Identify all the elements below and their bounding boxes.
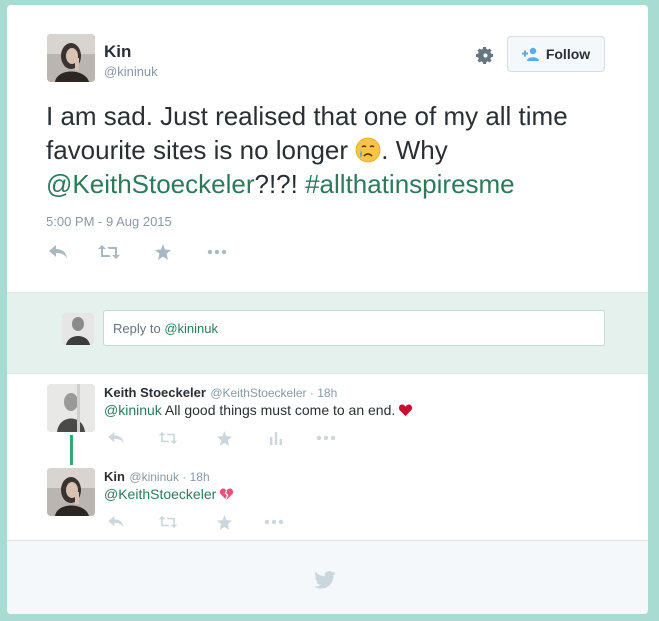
- tweet-timestamp[interactable]: 5:00 PM - 9 Aug 2015: [46, 214, 172, 229]
- reply-actions: [105, 513, 285, 531]
- more-icon[interactable]: [263, 513, 285, 531]
- broken-heart-emoji: [220, 486, 234, 502]
- tweet-hashtag-link[interactable]: #allthatinspiresme: [305, 169, 515, 199]
- follow-label: Follow: [545, 46, 591, 62]
- reply-input-handle: @kininuk: [164, 321, 218, 336]
- reply-header: Kin @kininuk · 18h: [104, 468, 210, 486]
- reply-author-name[interactable]: Keith Stoeckeler: [104, 385, 206, 400]
- favorite-icon[interactable]: [213, 513, 235, 531]
- more-icon[interactable]: [315, 429, 337, 447]
- reply-icon[interactable]: [105, 429, 127, 447]
- tweet-actions: [47, 243, 228, 261]
- tweet-mention-link[interactable]: @KeithStoeckeler: [46, 169, 255, 199]
- reply-meta[interactable]: @kininuk · 18h: [129, 470, 209, 484]
- retweet-icon[interactable]: [98, 243, 120, 261]
- author-name[interactable]: Kin: [104, 42, 131, 62]
- reply-author-name[interactable]: Kin: [104, 469, 125, 484]
- reply-text-body: All good things must come to an end.: [161, 402, 400, 418]
- reply-text: @kininuk All good things must come to an…: [104, 402, 413, 418]
- retweet-icon[interactable]: [157, 429, 179, 447]
- crying-face-emoji: [355, 137, 381, 163]
- current-user-avatar: [62, 313, 94, 345]
- author-handle[interactable]: @kininuk: [104, 64, 158, 79]
- card-footer: [7, 540, 648, 614]
- reply-mention-link[interactable]: @kininuk: [104, 402, 162, 418]
- tweet-card: Kin @kininuk Follow I am sad. Just reali…: [7, 5, 648, 614]
- reply-input-label: Reply to: [113, 321, 165, 336]
- favorite-icon[interactable]: [152, 243, 174, 261]
- favorite-icon[interactable]: [213, 429, 235, 447]
- analytics-icon[interactable]: [265, 429, 287, 447]
- retweet-icon[interactable]: [157, 513, 179, 531]
- reply-icon[interactable]: [47, 243, 69, 261]
- reply-avatar[interactable]: [47, 384, 95, 432]
- more-icon[interactable]: [206, 243, 228, 261]
- reply-actions: [105, 429, 337, 447]
- reply-area: Reply to @kininuk: [7, 292, 648, 374]
- reply-text: @KeithStoeckeler: [104, 486, 234, 502]
- reply-header: Keith Stoeckeler @KeithStoeckeler · 18h: [104, 384, 337, 402]
- tweet-text-part1: I am sad. Just realised that one of my a…: [46, 101, 568, 165]
- gear-icon[interactable]: [473, 43, 497, 67]
- reply-mention-link[interactable]: @KeithStoeckeler: [104, 486, 216, 502]
- follow-button[interactable]: Follow: [507, 36, 605, 72]
- reply-icon[interactable]: [105, 513, 127, 531]
- tweet-text-part3: ?!?!: [254, 169, 306, 199]
- reply-avatar[interactable]: [47, 468, 95, 516]
- conversation-thread-line: [70, 435, 73, 465]
- reply-meta[interactable]: @KeithStoeckeler · 18h: [210, 386, 337, 400]
- tweet-text: I am sad. Just realised that one of my a…: [46, 99, 626, 201]
- red-heart-emoji: [399, 402, 413, 418]
- follow-person-icon: [521, 47, 539, 61]
- reply-input[interactable]: Reply to @kininuk: [103, 310, 605, 346]
- author-avatar[interactable]: [47, 34, 95, 82]
- twitter-bird-icon[interactable]: [314, 571, 336, 594]
- tweet-text-part2: . Why: [381, 135, 448, 165]
